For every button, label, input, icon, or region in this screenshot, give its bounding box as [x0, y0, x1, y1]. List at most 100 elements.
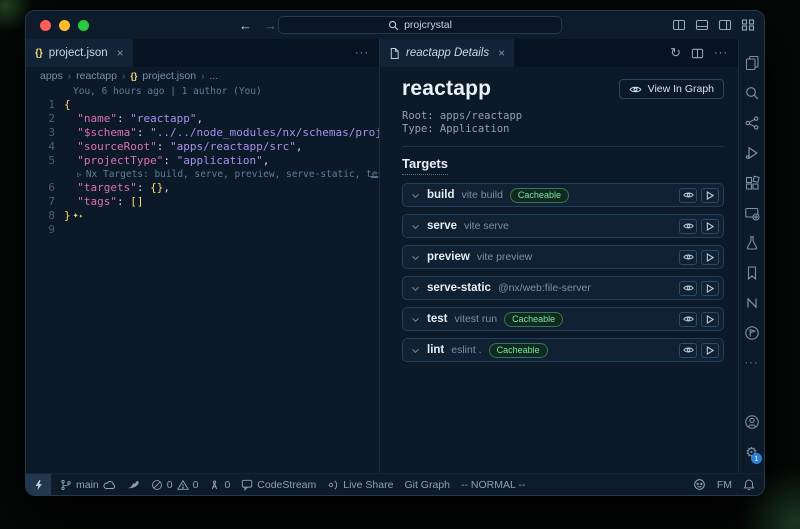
view-target-button[interactable]: [679, 343, 697, 358]
view-in-graph-button[interactable]: View In Graph: [619, 79, 724, 99]
code-line: 8}✦✦: [26, 209, 379, 223]
target-row-test[interactable]: test vitest run Cacheable: [402, 307, 724, 331]
sparkle-icon: ✦: [79, 209, 83, 223]
tab-label: project.json: [49, 47, 108, 59]
live-share-status[interactable]: Live Share: [327, 479, 393, 491]
history-forward-button[interactable]: →: [264, 18, 277, 33]
target-row-serve[interactable]: serve vite serve: [402, 214, 724, 238]
breadcrumb-item[interactable]: apps: [40, 70, 63, 82]
view-target-button[interactable]: [679, 312, 697, 327]
traffic-lights: [40, 20, 89, 31]
target-row-serve-static[interactable]: serve-static @nx/web:file-server: [402, 276, 724, 300]
project-title: reactapp: [402, 77, 491, 101]
close-tab-icon[interactable]: ×: [117, 46, 124, 60]
flag-circle-icon[interactable]: [744, 318, 760, 348]
copilot-icon[interactable]: [693, 478, 706, 491]
account-icon[interactable]: [744, 407, 760, 437]
explorer-icon[interactable]: [744, 48, 760, 78]
git-blame-lens[interactable]: You, 6 hours ago | 1 author (You): [26, 86, 379, 98]
problems-status[interactable]: 0 0: [151, 479, 199, 491]
chevron-right-icon: ›: [201, 71, 204, 82]
chevron-right-icon: ›: [122, 71, 125, 82]
refresh-icon[interactable]: ↻: [670, 45, 681, 61]
code-line: 5 "projectType": "application",: [26, 154, 379, 168]
bird-extension-status[interactable]: [127, 479, 140, 490]
chevron-down-icon[interactable]: [411, 193, 420, 199]
more-actions-icon[interactable]: ···: [714, 47, 728, 59]
run-debug-icon[interactable]: [744, 138, 760, 168]
run-target-button[interactable]: [701, 250, 719, 265]
view-target-button[interactable]: [679, 219, 697, 234]
codestream-status[interactable]: CodeStream: [241, 479, 316, 491]
close-window-button[interactable]: [40, 20, 51, 31]
nx-targets-codelens[interactable]: ▷Nx Targets: build, serve, preview, serv…: [26, 168, 379, 181]
maximize-window-button[interactable]: [78, 20, 89, 31]
view-target-button[interactable]: [679, 188, 697, 203]
breadcrumb-item[interactable]: ...: [209, 70, 218, 82]
remote-indicator[interactable]: [26, 474, 51, 496]
minimize-window-button[interactable]: [59, 20, 70, 31]
tab-project-json[interactable]: {} project.json ×: [26, 39, 133, 67]
history-back-button[interactable]: ←: [239, 18, 252, 33]
chevron-down-icon[interactable]: [411, 317, 420, 323]
run-target-button[interactable]: [701, 281, 719, 296]
breadcrumb-item[interactable]: reactapp: [76, 70, 117, 82]
command-center-search[interactable]: projcrystal: [278, 16, 562, 34]
chevron-down-icon[interactable]: [411, 286, 420, 292]
remote-explorer-icon[interactable]: [744, 198, 760, 228]
activity-bar: ··· ⚙ 1: [739, 39, 764, 473]
toggle-panel-left-icon[interactable]: [672, 18, 686, 32]
toggle-panel-bottom-icon[interactable]: [695, 18, 709, 32]
title-bar: ← → projcrystal: [26, 11, 764, 39]
targets-heading: Targets: [402, 156, 448, 175]
run-target-button[interactable]: [701, 343, 719, 358]
divider: [402, 146, 724, 147]
code-line: 1{: [26, 98, 379, 112]
search-text: projcrystal: [404, 19, 452, 31]
target-row-preview[interactable]: preview vite preview: [402, 245, 724, 269]
run-target-button[interactable]: [701, 188, 719, 203]
customize-layout-icon[interactable]: [741, 18, 755, 32]
code-line: 6 "targets": {},: [26, 181, 379, 195]
errors-icon: [151, 479, 163, 491]
view-target-button[interactable]: [679, 281, 697, 296]
nx-console-icon[interactable]: [744, 288, 760, 318]
notifications-bell-icon[interactable]: [743, 478, 755, 491]
code-editor[interactable]: You, 6 hours ago | 1 author (You) 1{ 2 "…: [26, 85, 379, 473]
settings-gear-icon[interactable]: ⚙ 1: [745, 437, 758, 467]
tab-reactapp-details[interactable]: reactapp Details ×: [380, 39, 514, 67]
fm-indicator[interactable]: FM: [717, 479, 732, 491]
toggle-panel-right-icon[interactable]: [718, 18, 732, 32]
left-tab-bar: {} project.json × ···: [26, 39, 379, 67]
view-target-button[interactable]: [679, 250, 697, 265]
ports-status[interactable]: 0: [209, 479, 230, 491]
json-file-icon: {}: [35, 48, 43, 59]
git-graph-status[interactable]: Git Graph: [404, 479, 450, 491]
additional-views-icon[interactable]: ···: [745, 348, 759, 378]
chevron-down-icon[interactable]: [411, 255, 420, 261]
close-tab-icon[interactable]: ×: [498, 46, 505, 60]
search-icon[interactable]: [744, 78, 760, 108]
chevron-down-icon[interactable]: [411, 348, 420, 354]
testing-beaker-icon[interactable]: [744, 228, 760, 258]
split-editor-icon[interactable]: [691, 47, 704, 60]
code-line: 9: [26, 223, 379, 237]
more-actions-icon[interactable]: ···: [355, 47, 369, 59]
source-control-share-icon[interactable]: [744, 108, 760, 138]
target-row-build[interactable]: build vite build Cacheable: [402, 183, 724, 207]
chevron-down-icon[interactable]: [411, 224, 420, 230]
breadcrumb-item[interactable]: project.json: [142, 70, 196, 82]
extensions-icon[interactable]: [744, 168, 760, 198]
run-target-button[interactable]: [701, 312, 719, 327]
code-line: 2 "name": "reactapp",: [26, 112, 379, 126]
editor-group-left: {} project.json × ··· apps › reactapp › …: [26, 39, 380, 473]
eye-icon: [629, 85, 642, 94]
run-target-button[interactable]: [701, 219, 719, 234]
bookmarks-icon[interactable]: [744, 258, 760, 288]
vim-mode-indicator[interactable]: -- NORMAL --: [461, 479, 525, 491]
codestream-icon: [241, 479, 253, 491]
git-branch-status[interactable]: main: [60, 479, 116, 491]
code-line: 3 "$schema": "../../node_modules/nx/sche…: [26, 126, 379, 140]
target-row-lint[interactable]: lint eslint . Cacheable: [402, 338, 724, 362]
warnings-icon: [177, 479, 189, 491]
